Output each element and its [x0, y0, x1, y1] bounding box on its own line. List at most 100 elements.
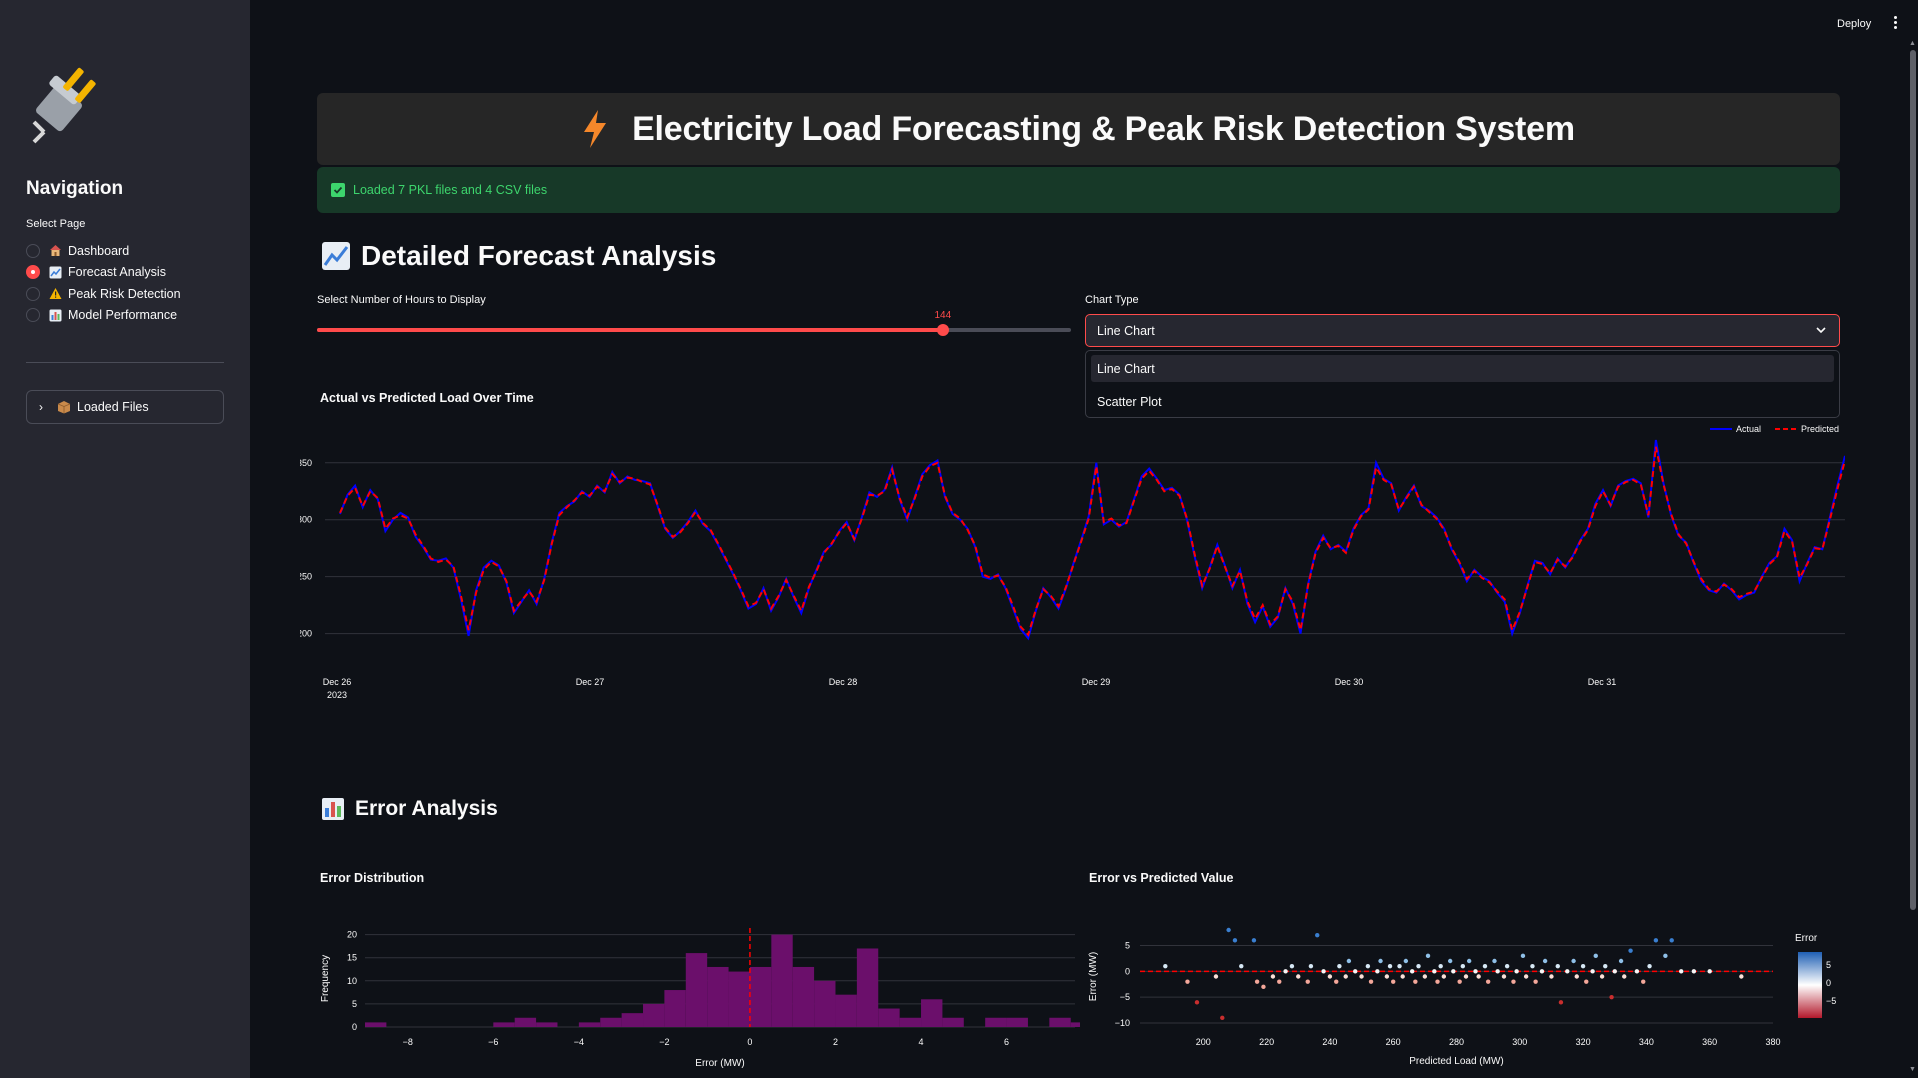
scatter-point: [1194, 1000, 1200, 1005]
slider-thumb[interactable]: [936, 324, 949, 336]
x-axis-title: Error (MW): [695, 1058, 744, 1069]
bar-chart-icon: [48, 308, 62, 322]
scatter-point: [1618, 958, 1624, 964]
forecast-section-title: Detailed Forecast Analysis: [321, 240, 716, 272]
scatter-point: [1289, 963, 1295, 969]
radio-dashboard[interactable]: Dashboard: [26, 240, 181, 262]
scatter-point: [1634, 969, 1640, 974]
scatter-title: Error vs Predicted Value: [1089, 871, 1234, 885]
chevron-right-icon: ›: [39, 400, 43, 414]
page-radio-group: Dashboard Forecast Analysis Peak Risk De…: [26, 240, 181, 326]
radio-label: Model Performance: [68, 308, 178, 323]
scatter-point: [1337, 963, 1342, 969]
scatter-point: [1226, 927, 1231, 933]
y-tick-label: 0: [352, 1022, 357, 1032]
scatter-point: [1416, 963, 1421, 969]
x-tick-label: 240: [1322, 1037, 1337, 1047]
scatter-point: [1495, 969, 1500, 974]
radio-button[interactable]: [26, 286, 40, 301]
expander-label: Loaded Files: [77, 400, 149, 414]
scatter-point: [1353, 969, 1358, 974]
scroll-down-arrow-icon[interactable]: ▼: [1909, 1066, 1916, 1073]
scatter-point: [1343, 974, 1348, 979]
series-line-predicted: [339, 446, 1845, 637]
scatter-point: [1413, 979, 1418, 984]
sidebar: Navigation Select Page Dashboard Forecas…: [0, 0, 250, 1078]
legend-label: Actual: [1736, 424, 1761, 434]
scatter-point: [1590, 969, 1595, 974]
x-tick-label: 360: [1702, 1037, 1717, 1047]
scatter-point: [1254, 979, 1260, 984]
app-header: Electricity Load Forecasting & Peak Risk…: [317, 93, 1840, 165]
scatter-point: [1612, 969, 1617, 974]
scatter-point: [1346, 958, 1352, 964]
radio-button-selected[interactable]: [26, 265, 40, 280]
sidebar-title: Navigation: [26, 178, 124, 199]
y-tick-label: 5: [352, 999, 357, 1009]
scatter-point: [1565, 969, 1570, 974]
scatter-point: [1580, 963, 1586, 969]
radio-peak-risk-detection[interactable]: Peak Risk Detection: [26, 283, 181, 305]
histogram-bar: [1049, 1017, 1071, 1027]
y-tick-label: 250: [300, 572, 312, 582]
success-alert: Loaded 7 PKL files and 4 CSV files: [317, 167, 1840, 213]
scatter-point: [1277, 979, 1282, 984]
error-vs-predicted-scatter: −10 −5 0 5 200 220 240 260 280 300 320 340 360 380 Pre…: [1088, 927, 1836, 1067]
scatter-point: [1239, 963, 1244, 969]
scatter-point: [1425, 953, 1431, 959]
scatter-point: [1571, 958, 1576, 964]
section-heading: Error Analysis: [355, 797, 498, 820]
dropdown-option-line-chart[interactable]: Line Chart: [1091, 355, 1834, 382]
scatter-point: [1435, 979, 1440, 984]
scatter-point: [1441, 974, 1447, 979]
histogram-bar: [514, 1017, 537, 1027]
radio-label: Dashboard: [68, 243, 130, 258]
scatter-point: [1387, 963, 1393, 969]
scatter-point: [1365, 963, 1371, 969]
radio-button[interactable]: [26, 243, 40, 258]
x-tick-label: −8: [403, 1037, 413, 1047]
scrollbar[interactable]: [1910, 50, 1916, 910]
scatter-point: [1220, 1015, 1225, 1021]
deploy-button[interactable]: Deploy: [1837, 18, 1871, 30]
scatter-point: [1574, 974, 1579, 979]
radio-forecast-analysis[interactable]: Forecast Analysis: [26, 262, 181, 284]
scatter-point: [1334, 979, 1339, 984]
scatter-point: [1308, 963, 1314, 969]
radio-model-performance[interactable]: Model Performance: [26, 305, 181, 327]
scatter-point: [1663, 953, 1668, 959]
scatter-point: [1270, 974, 1276, 979]
scatter-point: [1539, 969, 1545, 974]
hours-slider[interactable]: 144: [317, 310, 1071, 336]
scatter-point: [1628, 948, 1633, 953]
scatter-point: [1327, 974, 1333, 979]
histogram-bar: [664, 990, 686, 1027]
histogram-bar: [1006, 1017, 1028, 1027]
scatter-point: [1321, 969, 1326, 974]
warning-icon: [48, 287, 62, 301]
scatter-point: [1185, 979, 1190, 984]
histogram-bar: [985, 1017, 1007, 1027]
dropdown-option-scatter-plot[interactable]: Scatter Plot: [1091, 388, 1834, 415]
x-tick-label: 4: [919, 1037, 924, 1047]
x-tick-label: 2: [833, 1037, 838, 1047]
histogram-bar: [899, 1017, 922, 1027]
scatter-point: [1501, 974, 1507, 979]
histogram-bar: [856, 948, 879, 1027]
scatter-point: [1438, 963, 1443, 969]
histogram-bar: [600, 1017, 622, 1027]
radio-button[interactable]: [26, 308, 40, 323]
y-tick-label: 350: [300, 458, 312, 468]
scatter-point: [1520, 953, 1526, 959]
colorbar: [1798, 952, 1822, 1018]
main-menu-icon[interactable]: [1888, 14, 1902, 34]
house-icon: [48, 244, 62, 258]
scatter-point: [1460, 963, 1466, 969]
x-tick-label: 6: [1004, 1037, 1009, 1047]
loaded-files-expander[interactable]: › Loaded Files: [26, 390, 224, 424]
scroll-up-arrow-icon[interactable]: ▲: [1909, 40, 1916, 47]
radio-label: Forecast Analysis: [68, 265, 166, 280]
histogram-bar: [707, 966, 729, 1027]
y-tick-label: 10: [347, 976, 357, 986]
chart-type-select[interactable]: Line Chart: [1085, 314, 1840, 347]
